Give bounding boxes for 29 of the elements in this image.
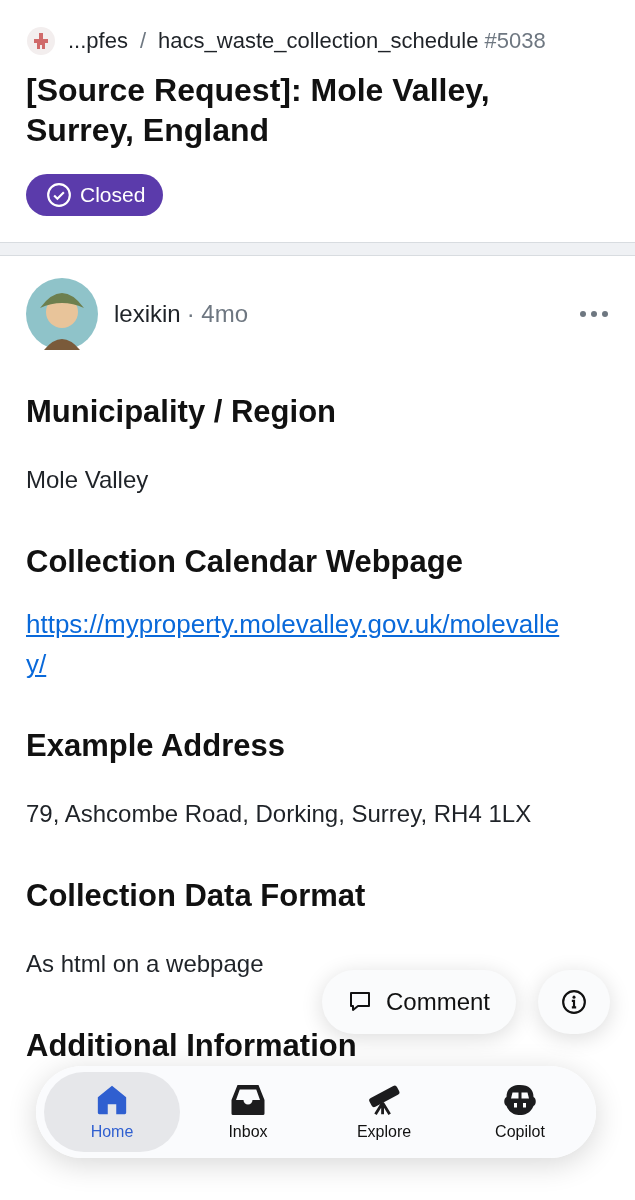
section-text: 79, Ashcombe Road, Dorking, Surrey, RH4 1LX xyxy=(26,799,533,829)
speech-bubble-icon xyxy=(348,990,372,1014)
section-heading: Collection Data Format xyxy=(26,877,366,915)
home-icon xyxy=(95,1083,129,1117)
tab-bar-item[interactable]: Copilot xyxy=(452,1072,588,1152)
calendar-link[interactable]: https://myproperty.molevalley.gov.uk/molevalley/ xyxy=(26,604,566,684)
repo-owner-logo[interactable] xyxy=(26,26,56,56)
repo-name[interactable]: hacs_waste_collection_schedule #5038 xyxy=(158,28,546,54)
copilot-icon xyxy=(502,1083,538,1117)
section-heading: Collection Calendar Webpage xyxy=(26,543,463,581)
tab-bar-item[interactable]: Explore xyxy=(316,1072,452,1152)
info-icon xyxy=(561,989,587,1015)
author-name[interactable]: lexikin xyxy=(114,300,181,328)
section-text: Mole Valley xyxy=(26,465,150,495)
more-options-icon[interactable] xyxy=(579,310,609,318)
status-badge: Closed xyxy=(26,174,164,216)
section-text: As html on a webpage xyxy=(26,949,265,979)
repo-owner[interactable]: ...pfes xyxy=(68,28,128,54)
comment-button[interactable]: Comment xyxy=(322,970,517,1034)
check-circle-icon xyxy=(46,182,72,208)
avatar[interactable] xyxy=(26,278,98,350)
comment-time: · 4mo xyxy=(186,300,249,328)
breadcrumb-separator: / xyxy=(139,28,147,54)
section-heading: Municipality / Region xyxy=(26,393,336,431)
tab-bar-item[interactable]: Home xyxy=(44,1072,180,1152)
issue-title: [Source Request]: Mole Valley, Surrey, England xyxy=(26,71,491,150)
section-heading: Example Address xyxy=(26,727,286,765)
inbox-icon xyxy=(230,1083,266,1117)
tab-bar-item[interactable]: Inbox xyxy=(180,1072,316,1152)
